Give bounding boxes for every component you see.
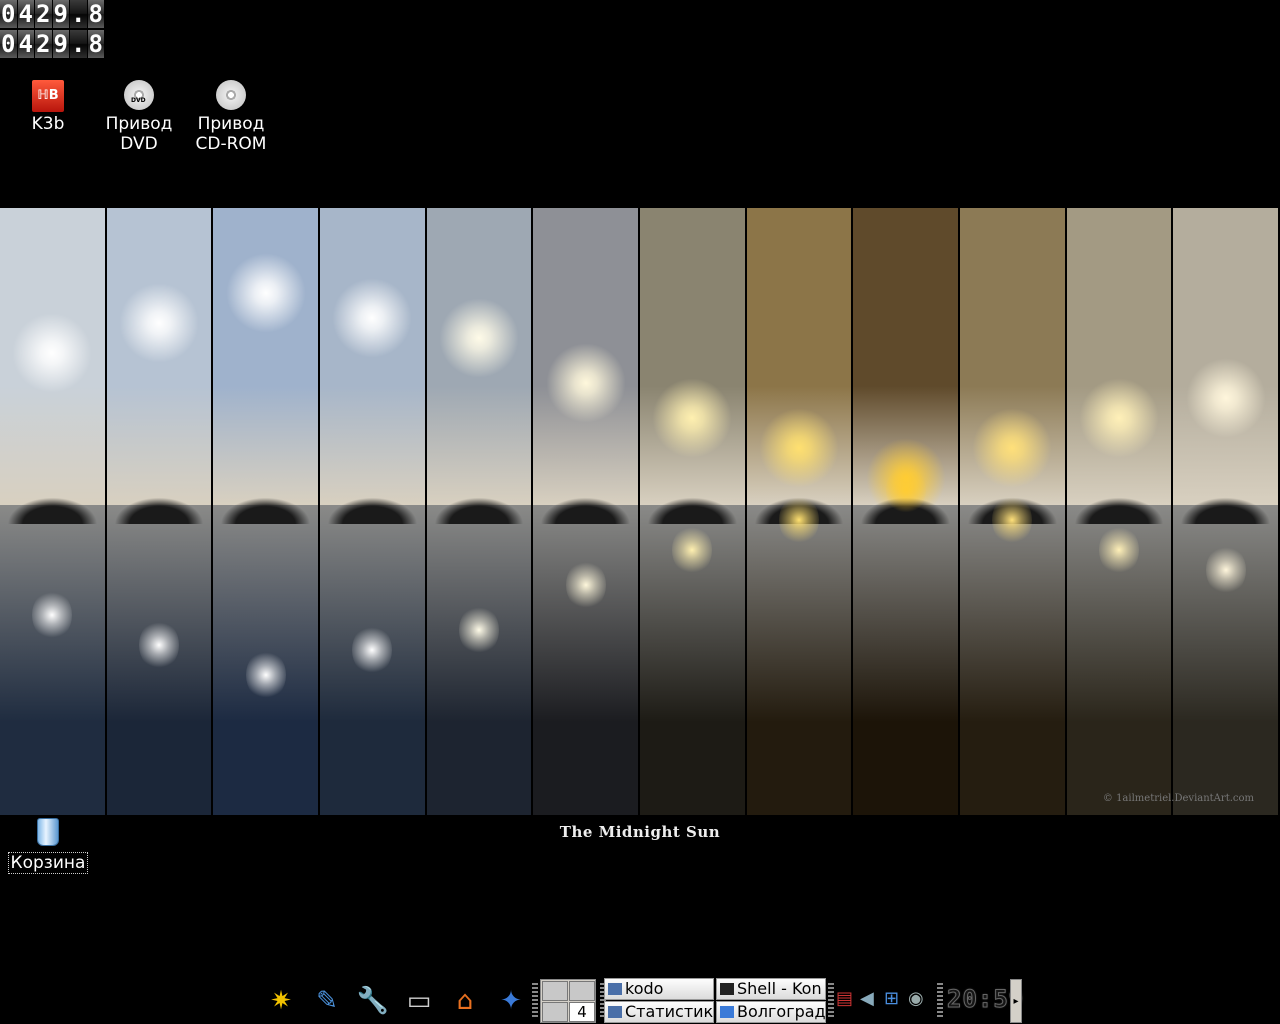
task-label: Статистик bbox=[625, 1002, 714, 1021]
home-launcher[interactable]: ⌂ bbox=[446, 982, 484, 1020]
pager-desktop-4[interactable]: 4 bbox=[569, 1002, 595, 1022]
wallpaper-panel bbox=[320, 208, 427, 815]
document-icon bbox=[608, 1006, 622, 1018]
browser-launcher[interactable]: ✦ bbox=[492, 982, 530, 1020]
task-label: kodo bbox=[625, 979, 664, 998]
panel-hide-button[interactable]: ▸ bbox=[1010, 979, 1022, 1023]
counter-digit: 4 bbox=[17, 30, 34, 58]
task-button[interactable]: Статистик bbox=[604, 1001, 714, 1023]
wallpaper-panel bbox=[533, 208, 641, 815]
app-icon bbox=[608, 983, 622, 995]
kde-menu-icon: ✷ bbox=[270, 986, 292, 1016]
counter-digit: 0 bbox=[0, 30, 17, 58]
trash-icon bbox=[32, 818, 64, 850]
counter-digit: . bbox=[70, 30, 87, 58]
desktop-icon-label: K3b bbox=[31, 114, 65, 134]
wallpaper-panel bbox=[213, 208, 321, 815]
task-label: Волгоград bbox=[737, 1002, 826, 1021]
wallpaper-panel bbox=[640, 208, 747, 815]
us-flag-icon[interactable]: ▤ bbox=[836, 989, 856, 1009]
desktop-icon-dvd-drive[interactable]: DVD Привод DVD bbox=[91, 80, 187, 154]
desktop-icon-cdrom-drive[interactable]: Привод CD-ROM bbox=[183, 80, 279, 154]
panel-grip[interactable] bbox=[828, 983, 834, 1019]
pager-desktop-1[interactable] bbox=[542, 981, 568, 1001]
counter-digit: 9 bbox=[52, 30, 69, 58]
task-label: Shell - Kon bbox=[737, 979, 822, 998]
counter-digit: 8 bbox=[87, 0, 104, 28]
wallpaper-panel bbox=[426, 208, 534, 815]
control-center-launcher[interactable]: 🔧 bbox=[354, 982, 392, 1020]
counter-digit: 9 bbox=[52, 0, 69, 28]
browser-icon: ✦ bbox=[500, 986, 522, 1016]
control-center-icon: 🔧 bbox=[356, 986, 390, 1016]
browser-icon bbox=[720, 1006, 734, 1018]
konsole-icon bbox=[720, 983, 734, 995]
counter-digit: 8 bbox=[87, 30, 104, 58]
desktop-icon-trash[interactable]: Корзина bbox=[0, 818, 96, 874]
desktop-icon-label: Корзина bbox=[7, 852, 89, 874]
task-button[interactable]: Волгоград bbox=[716, 1001, 826, 1023]
wallpaper-title: The Midnight Sun bbox=[559, 823, 721, 841]
counter-display-1: 0429.8 bbox=[0, 0, 104, 28]
panel-grip[interactable] bbox=[532, 983, 538, 1019]
network-icon[interactable]: ⊞ bbox=[884, 989, 904, 1009]
desktop-icon-label: Привод DVD bbox=[105, 114, 173, 154]
cdrom-disc-icon bbox=[215, 80, 247, 112]
home-icon: ⌂ bbox=[456, 986, 474, 1016]
counter-digit: . bbox=[70, 0, 87, 28]
wallpaper-panel bbox=[960, 208, 1067, 815]
dvd-disc-icon: DVD bbox=[123, 80, 155, 112]
counter-digit: 2 bbox=[35, 0, 52, 28]
pager-desktop-3[interactable] bbox=[542, 1002, 568, 1022]
desktop-cleanup-launcher[interactable]: ✎ bbox=[308, 982, 346, 1020]
desktop-pager[interactable]: 4 bbox=[540, 979, 596, 1023]
counter-digit: 4 bbox=[17, 0, 34, 28]
k3b-icon: ℍB bbox=[32, 80, 64, 112]
wallpaper-panel bbox=[1173, 208, 1280, 815]
pager-desktop-2[interactable] bbox=[569, 981, 595, 1001]
task-button[interactable]: kodo bbox=[604, 978, 714, 1000]
terminal-launcher[interactable]: ▭ bbox=[400, 982, 438, 1020]
wallpaper-panel bbox=[853, 208, 961, 815]
desktop-icon-label: Привод CD-ROM bbox=[195, 114, 267, 154]
counter-digit: 0 bbox=[0, 0, 17, 28]
wallpaper-credit: © 1ailmetriel.DeviantArt.com bbox=[1102, 793, 1254, 804]
wallpaper-panel bbox=[106, 208, 214, 815]
task-button[interactable]: Shell - Kon bbox=[716, 978, 826, 1000]
wallpaper-panel bbox=[746, 208, 854, 815]
wallpaper-image: © 1ailmetriel.DeviantArt.com bbox=[0, 208, 1280, 815]
kde-menu-launcher[interactable]: ✷ bbox=[262, 982, 300, 1020]
counter-digit: 2 bbox=[35, 30, 52, 58]
wallpaper-panel bbox=[1066, 208, 1174, 815]
disk-icon[interactable]: ◉ bbox=[908, 989, 928, 1009]
wallpaper-panel bbox=[0, 208, 107, 815]
desktop-icon-k3b[interactable]: ℍB K3b bbox=[0, 80, 96, 134]
terminal-icon: ▭ bbox=[406, 986, 432, 1016]
panel-grip[interactable] bbox=[937, 983, 943, 1019]
counter-display-2: 0429.8 bbox=[0, 30, 104, 58]
desktop-cleanup-icon: ✎ bbox=[316, 986, 338, 1016]
volume-icon[interactable]: ◀ bbox=[860, 989, 880, 1009]
kicker-panel: ✷ ✎ 🔧 ▭ ⌂ ✦ 4 kodo Shell - Kon Статистик Волгогр… bbox=[262, 977, 1024, 1024]
